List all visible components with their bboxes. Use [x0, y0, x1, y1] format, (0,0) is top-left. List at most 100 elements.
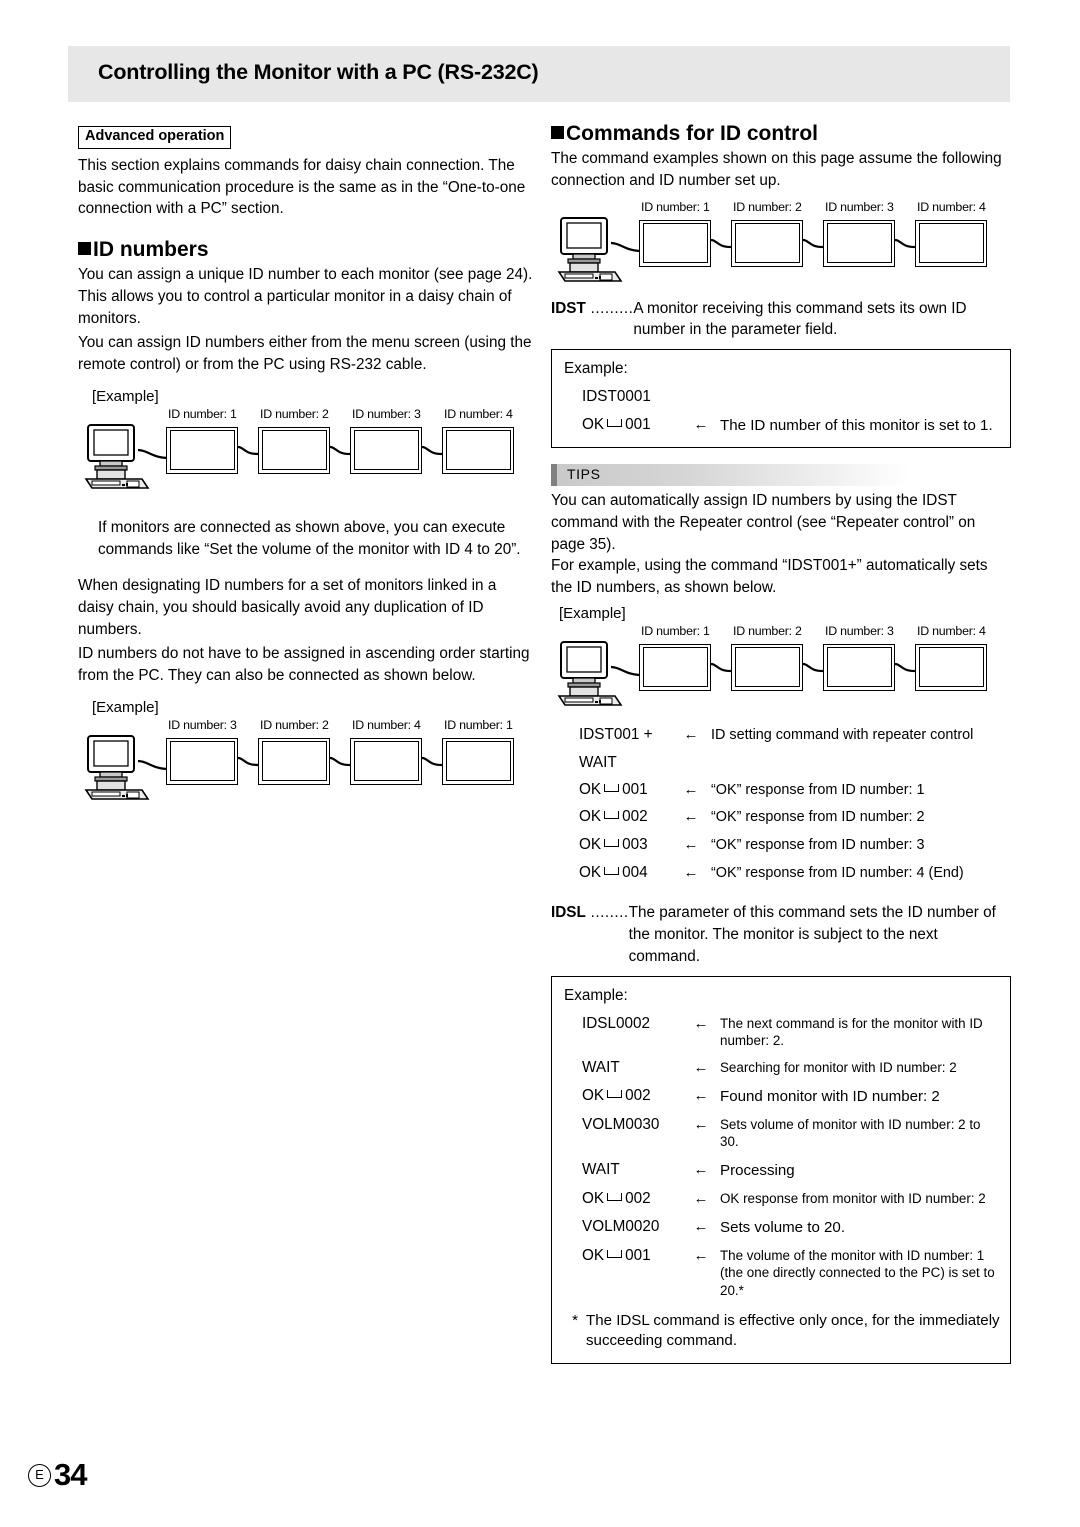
example-label-1: [Example] — [92, 387, 159, 405]
monitor-4 — [915, 219, 987, 267]
space-glyph-icon — [607, 1192, 623, 1201]
response-row: OK 003 ← “OK” response from ID number: 3 — [551, 836, 1011, 855]
square-bullet-icon — [551, 126, 564, 139]
cable-link-2 — [330, 754, 350, 768]
id-numbers-paragraph-3: When designating ID numbers for a set of… — [78, 577, 497, 638]
id-numbers-paragraph-2: You can assign ID numbers either from th… — [78, 334, 532, 374]
command-note: The next command is for the monitor with… — [720, 1015, 983, 1048]
command-definition-idsl: IDSL ........ The parameter of this comm… — [551, 902, 1011, 967]
diagram-1-note: If monitors are connected as shown above… — [98, 518, 521, 558]
arrow-icon: ← — [693, 1217, 709, 1235]
diagram-4-label-2: ID number: 3 — [825, 623, 894, 638]
example-row: OK 001 ← The ID number of this monitor is… — [564, 416, 1000, 435]
monitor-4 — [442, 426, 514, 474]
diagram-3-label-2: ID number: 3 — [825, 199, 894, 214]
footnote-text: The IDSL command is effective only once,… — [586, 1311, 1000, 1350]
example-row: OK 001 ← The volume of the monitor with I… — [564, 1247, 1000, 1298]
command-note: Sets volume to 20. — [720, 1218, 846, 1236]
page-footer: E 34 — [28, 1457, 87, 1493]
tips-header: TIPS — [551, 464, 1011, 487]
diagram-2-monitors — [166, 737, 514, 785]
arrow-icon: ← — [683, 725, 699, 743]
example-footnote: * The IDSL command is effective only onc… — [564, 1311, 1000, 1352]
command-code: OK 004 — [551, 864, 671, 882]
command-note: “OK” response from ID number: 4 (End) — [711, 864, 964, 881]
code-prefix: OK — [579, 836, 602, 854]
command-note: The volume of the monitor with ID number… — [720, 1248, 995, 1298]
monitor-1 — [639, 643, 711, 691]
example-label-2: [Example] — [92, 698, 159, 716]
diagram-1-monitors — [166, 426, 514, 474]
cable-link-1 — [238, 754, 258, 768]
daisy-chain-diagram-4: ID number: 1 ID number: 2 ID number: 3 I… — [551, 624, 1011, 716]
command-name-idsl: IDSL — [551, 904, 586, 922]
cable-link-2 — [803, 660, 823, 674]
command-code: OK 003 — [551, 836, 671, 854]
arrow-icon: ← — [693, 1160, 709, 1178]
space-glyph-icon — [604, 839, 620, 848]
id-numbers-paragraph-4: ID numbers do not have to be assigned in… — [78, 645, 530, 685]
command-note: Processing — [720, 1161, 795, 1179]
arrow-icon: ← — [683, 780, 699, 798]
diagram-4-label-3: ID number: 4 — [917, 623, 986, 638]
daisy-chain-diagram-3: ID number: 1 ID number: 2 ID number: 3 I… — [551, 200, 1011, 292]
command-code: OK 001 — [564, 416, 682, 434]
command-note: Found monitor with ID number: 2 — [720, 1087, 940, 1105]
example-title: Example: — [564, 986, 628, 1004]
cable-link-3 — [895, 236, 915, 250]
space-glyph-icon — [607, 418, 623, 427]
arrow-icon: ← — [693, 1086, 709, 1104]
monitor-3 — [350, 426, 422, 474]
diagram-4-label-1: ID number: 2 — [733, 623, 802, 638]
square-bullet-icon — [78, 242, 91, 256]
diagram-4-label-0: ID number: 1 — [641, 623, 710, 638]
diagram-4-id-labels: ID number: 1 ID number: 2 ID number: 3 I… — [641, 624, 1011, 638]
monitor-3 — [823, 643, 895, 691]
example-row: OK 002 ← OK response from monitor with ID… — [564, 1190, 1000, 1208]
example-box-idst: Example: IDST0001 OK 001 ← The ID number … — [551, 348, 1011, 449]
space-glyph-icon — [607, 1250, 623, 1259]
cable-link-1 — [711, 660, 731, 674]
cable-link-2 — [330, 443, 350, 457]
command-code: IDST0001 — [582, 387, 651, 405]
repeater-response-list: IDST001 + ← ID setting command with repe… — [551, 726, 1011, 883]
heading-commands-for-id-control: Commands for ID control — [551, 122, 1011, 145]
arrow-icon: ← — [693, 1116, 709, 1134]
tips-paragraph-1: You can automatically assign ID numbers … — [551, 492, 976, 553]
heading-id-numbers: ID numbers — [78, 238, 533, 261]
command-note: OK response from monitor with ID number:… — [720, 1190, 986, 1206]
code-suffix: 004 — [622, 863, 648, 881]
code-prefix: OK — [579, 780, 602, 798]
diagram-2-label-0: ID number: 3 — [168, 717, 237, 732]
monitor-2 — [731, 643, 803, 691]
command-definition-idst: IDST ......... A monitor receiving this … — [551, 298, 1011, 341]
arrow-icon: ← — [683, 863, 699, 881]
left-column: Advanced operation This section explains… — [78, 126, 533, 814]
monitor-2 — [731, 219, 803, 267]
command-code: OK 002 — [564, 1087, 682, 1105]
arrow-icon: ← — [693, 1189, 709, 1207]
diagram-4-monitors — [639, 643, 987, 691]
diagram-3-id-labels: ID number: 1 ID number: 2 ID number: 3 I… — [641, 200, 1011, 214]
command-note: Sets volume of monitor with ID number: 2… — [720, 1117, 981, 1150]
space-glyph-icon — [604, 783, 620, 792]
arrow-icon: ← — [683, 836, 699, 854]
page-title: Controlling the Monitor with a PC (RS-23… — [98, 60, 539, 84]
diagram-1-label-0: ID number: 1 — [168, 406, 237, 421]
heading-id-numbers-label: ID numbers — [93, 238, 209, 262]
example-row: VOLM0020 ← Sets volume to 20. — [564, 1218, 1000, 1237]
diagram-2-id-labels: ID number: 3 ID number: 2 ID number: 4 I… — [168, 718, 538, 732]
monitor-3 — [823, 219, 895, 267]
code-prefix: OK — [582, 1189, 605, 1207]
command-code: IDST001 + — [579, 725, 653, 743]
command-code: VOLM0030 — [582, 1116, 660, 1134]
command-code: OK 001 — [564, 1247, 682, 1265]
arrow-icon: ← — [693, 415, 709, 433]
monitor-4 — [915, 643, 987, 691]
code-prefix: OK — [579, 808, 602, 826]
command-note: “OK” response from ID number: 1 — [711, 781, 925, 798]
advanced-operation-tag: Advanced operation — [78, 126, 232, 149]
code-prefix: OK — [582, 1086, 605, 1104]
command-description-idsl: The parameter of this command sets the I… — [628, 904, 996, 965]
response-row: OK 002 ← “OK” response from ID number: 2 — [551, 808, 1011, 827]
